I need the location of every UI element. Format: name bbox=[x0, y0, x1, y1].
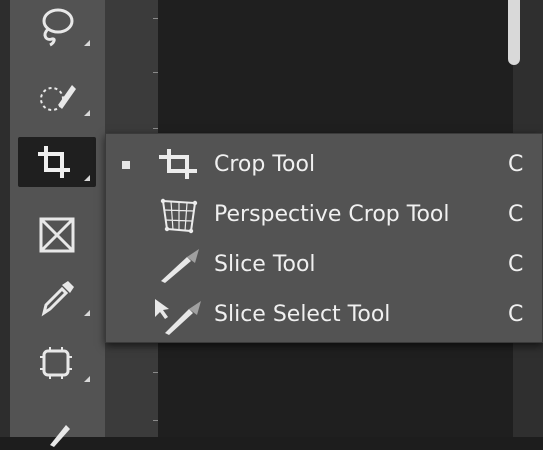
quick-selection-icon bbox=[40, 85, 76, 111]
menu-item-slice-tool[interactable]: Slice Tool C bbox=[106, 240, 543, 290]
submenu-indicator bbox=[84, 110, 90, 116]
submenu-indicator bbox=[84, 310, 90, 316]
frame-tool[interactable] bbox=[18, 210, 96, 260]
menu-item-label: Slice Select Tool bbox=[214, 302, 391, 327]
crop-tools-flyout-menu: Crop Tool C Perspective Crop Tool C Slic… bbox=[105, 133, 543, 343]
menu-item-crop-tool[interactable]: Crop Tool C bbox=[106, 140, 543, 190]
menu-item-shortcut: C bbox=[508, 302, 524, 327]
lasso-tool[interactable] bbox=[18, 2, 96, 52]
quick-selection-tool[interactable] bbox=[18, 72, 96, 122]
submenu-indicator bbox=[84, 40, 90, 46]
tools-panel bbox=[10, 0, 105, 447]
slice-icon bbox=[161, 249, 199, 283]
slice-select-icon bbox=[155, 299, 201, 335]
menu-item-label: Slice Tool bbox=[214, 252, 316, 277]
lasso-icon bbox=[42, 8, 74, 47]
perspective-crop-icon bbox=[160, 198, 198, 234]
selected-bullet-icon bbox=[122, 161, 130, 169]
crop-icon bbox=[159, 149, 197, 179]
eyedropper-tool[interactable] bbox=[18, 272, 96, 322]
frame-icon bbox=[39, 217, 75, 253]
menu-item-shortcut: C bbox=[508, 202, 524, 227]
menu-item-shortcut: C bbox=[508, 252, 524, 277]
spot-healing-icon bbox=[40, 347, 72, 379]
brush-tool[interactable] bbox=[18, 400, 96, 450]
window-edge bbox=[0, 0, 10, 437]
menu-item-label: Crop Tool bbox=[214, 152, 316, 177]
menu-item-perspective-crop-tool[interactable]: Perspective Crop Tool C bbox=[106, 190, 543, 240]
menu-item-shortcut: C bbox=[508, 152, 524, 177]
submenu-indicator bbox=[84, 175, 90, 181]
crop-icon bbox=[38, 146, 70, 178]
menu-item-slice-select-tool[interactable]: Slice Select Tool C bbox=[106, 290, 543, 340]
menu-item-label: Perspective Crop Tool bbox=[214, 202, 450, 227]
submenu-indicator bbox=[84, 376, 90, 382]
brush-icon bbox=[50, 425, 70, 447]
scrollbar-thumb[interactable] bbox=[508, 0, 520, 65]
spot-healing-tool[interactable] bbox=[18, 338, 96, 388]
eyedropper-icon bbox=[41, 281, 74, 317]
crop-tool[interactable] bbox=[18, 137, 96, 187]
